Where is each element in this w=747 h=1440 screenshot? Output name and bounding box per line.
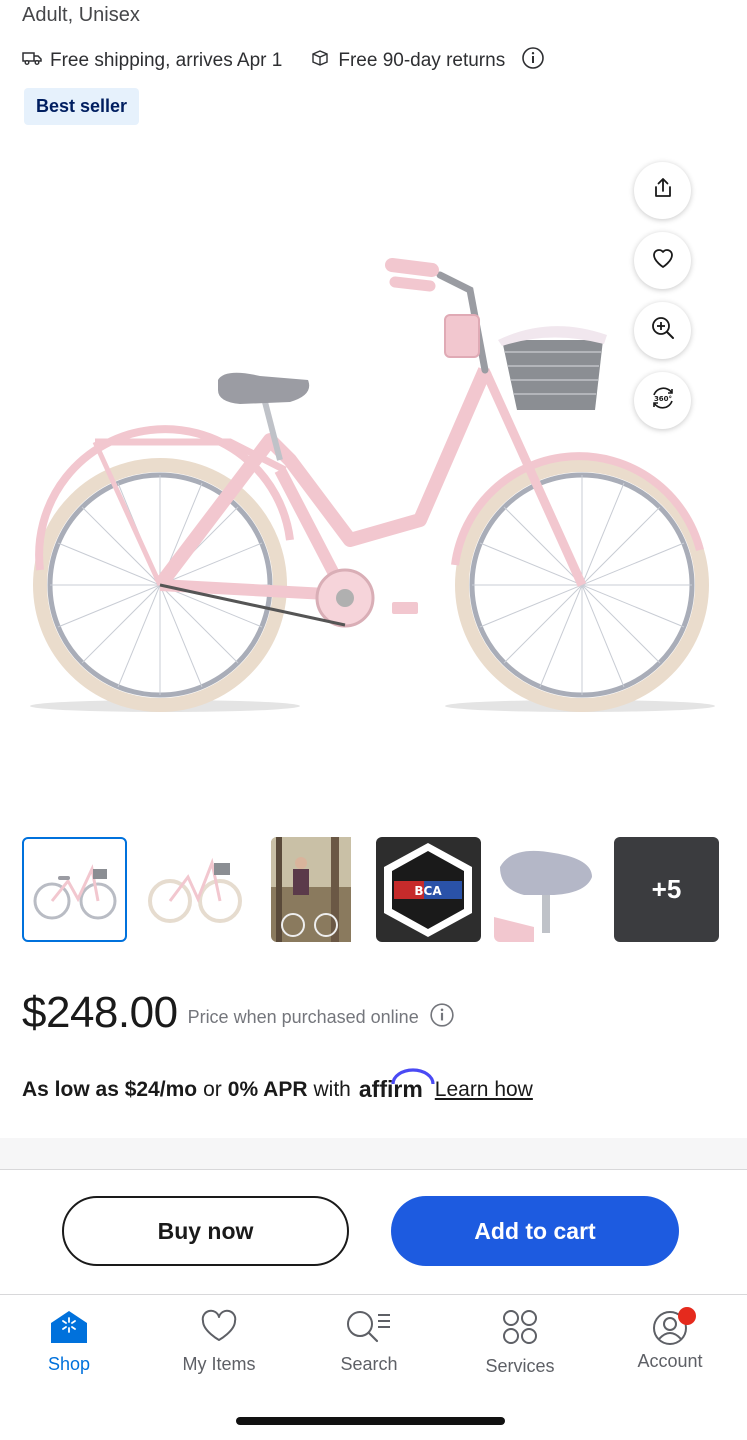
- zoom-in-icon: [650, 315, 676, 346]
- product-subtitle: Adult, Unisex: [22, 4, 140, 26]
- add-to-cart-button[interactable]: Add to cart: [391, 1196, 679, 1266]
- with-text: with: [313, 1077, 351, 1101]
- view-360-button[interactable]: 360°: [634, 372, 691, 429]
- tab-shop-label: Shop: [47, 1354, 91, 1374]
- tab-my-items-label: My Items: [182, 1354, 256, 1374]
- tab-services[interactable]: Services: [465, 1309, 575, 1377]
- svg-text:BCA: BCA: [414, 884, 442, 898]
- heart-icon: [199, 1309, 239, 1348]
- thumbnail-3[interactable]: [271, 837, 376, 942]
- shipping-info: Free shipping, arrives Apr 1: [22, 50, 282, 72]
- fulfillment-row: Free shipping, arrives Apr 1 Free 90-day…: [22, 46, 545, 76]
- svg-text:360°: 360°: [653, 395, 671, 403]
- share-icon: [651, 176, 675, 205]
- returns-info: Free 90-day returns: [310, 49, 505, 73]
- zoom-button[interactable]: [634, 302, 691, 359]
- share-button[interactable]: [634, 162, 691, 219]
- shop-icon: [49, 1309, 89, 1348]
- tab-search-label: Search: [340, 1354, 398, 1374]
- buy-now-button[interactable]: Buy now: [62, 1196, 349, 1266]
- affirm-logo: affirm: [359, 1068, 435, 1103]
- image-thumbnails: BCA +5: [22, 837, 722, 942]
- or-text: or: [203, 1077, 222, 1101]
- price-info-icon[interactable]: [429, 1002, 455, 1033]
- price: $248.00: [22, 988, 178, 1037]
- price-note: Price when purchased online: [187, 1006, 419, 1027]
- return-box-icon: [310, 49, 338, 73]
- tab-account-label: Account: [637, 1351, 703, 1371]
- purchase-actions: Buy now Add to cart: [0, 1172, 747, 1294]
- favorite-button[interactable]: [634, 232, 691, 289]
- price-row: $248.00 Price when purchased online: [22, 988, 455, 1038]
- thumbnail-1[interactable]: [22, 837, 127, 942]
- shipping-text: Free shipping, arrives Apr 1: [50, 50, 283, 71]
- heart-icon: [651, 247, 675, 274]
- services-grid-icon: [500, 1309, 540, 1350]
- home-indicator: [236, 1417, 505, 1425]
- product-image-carousel[interactable]: 360°: [0, 140, 747, 820]
- tab-services-label: Services: [485, 1356, 555, 1376]
- tab-account[interactable]: Account: [615, 1307, 725, 1372]
- thumbnail-5[interactable]: [494, 837, 599, 942]
- learn-how-link[interactable]: Learn how: [435, 1078, 533, 1102]
- product-image: [30, 258, 715, 712]
- best-seller-badge: Best seller: [24, 88, 140, 125]
- affirm-arc-icon: [391, 1068, 435, 1085]
- financing-row: As low as $24/mo or 0% APR with affirm L…: [22, 1068, 533, 1103]
- tab-my-items[interactable]: My Items: [164, 1309, 274, 1375]
- truck-icon: [22, 50, 50, 72]
- account-icon: [650, 1307, 696, 1345]
- tab-shop[interactable]: Shop: [14, 1309, 124, 1375]
- notification-dot: [678, 1307, 696, 1325]
- section-divider: [0, 1138, 747, 1170]
- more-images-button[interactable]: +5: [614, 837, 719, 942]
- tab-search[interactable]: Search: [314, 1309, 424, 1375]
- apr-text: 0% APR: [227, 1077, 308, 1101]
- returns-text: Free 90-day returns: [338, 50, 506, 71]
- search-list-icon: [344, 1309, 394, 1348]
- thumbnail-4[interactable]: BCA: [376, 837, 481, 942]
- rotate-360-icon: 360°: [649, 384, 677, 417]
- info-icon[interactable]: [521, 46, 545, 76]
- thumbnail-2[interactable]: [140, 837, 245, 942]
- monthly-price: As low as $24/mo: [22, 1077, 198, 1101]
